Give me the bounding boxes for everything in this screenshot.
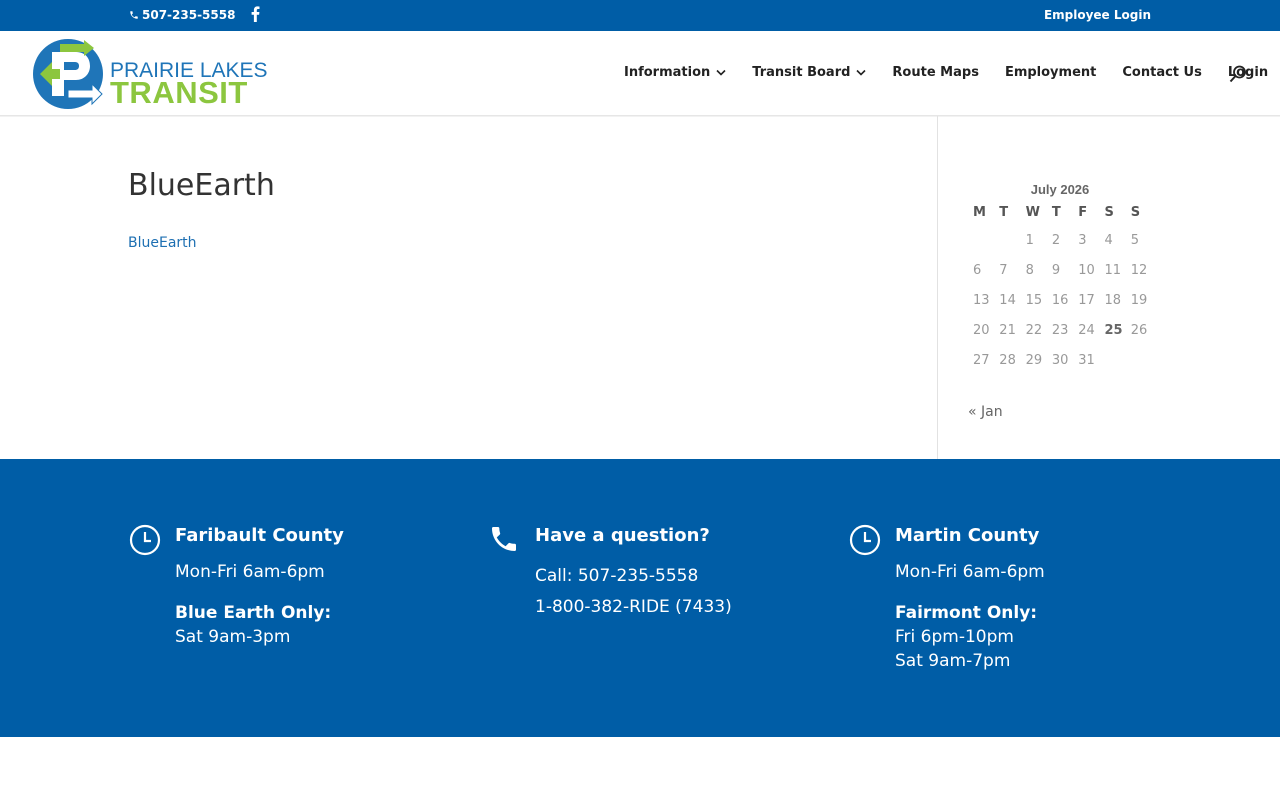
calendar-day: 30 [1051, 353, 1069, 368]
calendar-day [968, 226, 994, 256]
phone-icon [492, 527, 516, 551]
chevron-down-icon [856, 69, 866, 76]
site-header: PRAIRIE LAKES TRANSIT Information Transi… [0, 31, 1280, 116]
calendar-day: 28 [999, 353, 1016, 368]
calendar-widget: July 2026 M T W T F S S 1 2 3 4 5 6 7 8 9 10 11 12 13 14 15 16… [968, 182, 1152, 420]
phone-icon [130, 11, 138, 19]
calendar-day: 5 [1130, 233, 1140, 248]
calendar-day-today: 25 [1104, 323, 1123, 338]
page-title: BlueEarth [128, 168, 275, 203]
clock-icon [129, 524, 161, 556]
calendar-day: 18 [1104, 293, 1122, 308]
calendar-day: 12 [1130, 263, 1148, 278]
calendar-day [994, 226, 1020, 256]
footer-col3-hours: Mon-Fri 6am-6pm [895, 562, 1045, 582]
calendar-day: 7 [999, 263, 1008, 278]
calendar-day: 21 [999, 323, 1016, 338]
footer-col3-line1: Fri 6pm-10pm [895, 627, 1014, 647]
nav-route-maps[interactable]: Route Maps [892, 65, 979, 80]
calendar-weekday: F [1078, 205, 1088, 220]
calendar-day: 1 [1025, 233, 1034, 248]
nav-information[interactable]: Information [624, 65, 726, 80]
calendar-day: 8 [1025, 263, 1034, 278]
calendar-day: 4 [1104, 233, 1113, 248]
calendar-day: 6 [973, 263, 982, 278]
calendar-day: 29 [1025, 353, 1043, 368]
calendar-weekday: S [1130, 205, 1141, 220]
calendar-day: 27 [973, 353, 990, 368]
facebook-icon[interactable] [249, 6, 261, 22]
calendar-prev-link[interactable]: « Jan [968, 404, 1003, 420]
calendar-weekday: T [999, 205, 1009, 220]
site-footer: Faribault County Mon-Fri 6am-6pm Blue Ea… [0, 459, 1280, 737]
footer-col1-subheading: Blue Earth Only: [175, 603, 332, 623]
clock-icon [849, 524, 881, 556]
nav-information-label: Information [624, 65, 711, 80]
main-content: BlueEarth BlueEarth July 2026 MTWTFSS123… [0, 116, 1280, 459]
top-bar: 507-235-5558 Employee Login [0, 0, 1280, 31]
calendar-day: 24 [1078, 323, 1095, 338]
logo-line2: TRANSIT [110, 75, 248, 110]
calendar-day: 14 [999, 293, 1016, 308]
footer-col3-heading: Martin County [895, 525, 1040, 546]
calendar-caption: July 2026 [1030, 182, 1090, 197]
calendar-day: 9 [1051, 263, 1061, 278]
calendar-weekday: M [973, 205, 986, 220]
site-logo[interactable]: PRAIRIE LAKES TRANSIT [32, 38, 268, 110]
calendar-day: 26 [1130, 323, 1148, 338]
nav-transit-board[interactable]: Transit Board [752, 65, 866, 80]
sidebar-divider [937, 116, 938, 459]
nav-contact-us-label: Contact Us [1122, 65, 1202, 80]
footer-col2-heading: Have a question? [535, 525, 710, 546]
calendar-day: 23 [1051, 323, 1069, 338]
footer-col2-line2[interactable]: 1-800-382-RIDE (7433) [535, 597, 732, 617]
footer-col3-subheading: Fairmont Only: [895, 603, 1038, 623]
calendar-day: 2 [1051, 233, 1061, 248]
footer-col2-line1[interactable]: Call: 507-235-5558 [535, 566, 698, 586]
chevron-down-icon [716, 69, 726, 76]
employee-login-link[interactable]: Employee Login [1044, 8, 1151, 22]
calendar-day [1099, 346, 1125, 376]
calendar-day: 17 [1078, 293, 1095, 308]
calendar-grid: M T W T F S S 1 2 3 4 5 6 7 8 9 10 11 12 13 14 15 16 17 18 19 20 21… [968, 200, 1152, 376]
top-phone[interactable]: 507-235-5558 [129, 8, 235, 22]
calendar-day: 16 [1051, 293, 1069, 308]
calendar-weekday: T [1051, 205, 1061, 220]
nav-employment-label: Employment [1004, 65, 1097, 80]
nav-transit-board-label: Transit Board [752, 65, 851, 80]
search-icon[interactable] [1229, 65, 1247, 83]
calendar-day [1126, 346, 1152, 376]
calendar-day: 19 [1130, 293, 1148, 308]
calendar-weekday: S [1104, 205, 1114, 220]
main-nav: Information Transit Board Route Maps Emp… [624, 65, 1280, 80]
calendar-weekday: W [1025, 205, 1040, 220]
nav-route-maps-label: Route Maps [892, 65, 979, 80]
content-link[interactable]: BlueEarth [128, 235, 197, 251]
calendar-day: 11 [1104, 263, 1122, 278]
calendar-day: 13 [973, 293, 990, 308]
nav-employment[interactable]: Employment [1005, 65, 1096, 80]
logo-mark-icon [33, 39, 103, 109]
calendar-day: 31 [1078, 353, 1095, 368]
calendar-day: 15 [1025, 293, 1043, 308]
top-phone-text: 507-235-5558 [142, 8, 236, 22]
nav-contact-us[interactable]: Contact Us [1122, 65, 1201, 80]
footer-col1-heading: Faribault County [175, 525, 344, 546]
calendar-day: 3 [1078, 233, 1087, 248]
calendar-day: 22 [1025, 323, 1043, 338]
calendar-day: 10 [1078, 263, 1095, 278]
footer-col1-hours: Mon-Fri 6am-6pm [175, 562, 325, 582]
footer-col3-line2: Sat 9am-7pm [895, 651, 1011, 671]
footer-col1-line1: Sat 9am-3pm [175, 627, 291, 647]
calendar-day: 20 [973, 323, 990, 338]
